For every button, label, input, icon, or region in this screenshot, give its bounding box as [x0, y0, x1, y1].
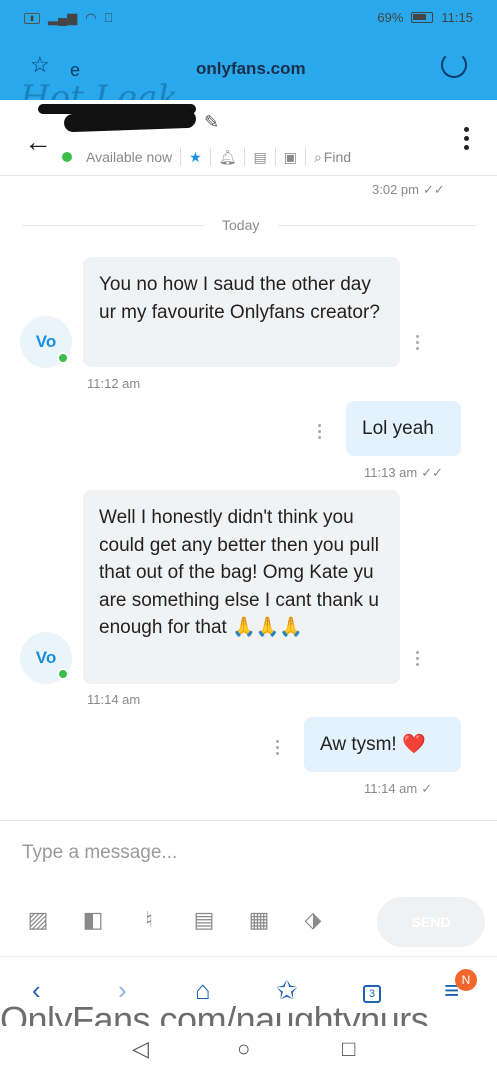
edge-icon: e — [70, 60, 81, 80]
find-label[interactable]: Find — [324, 149, 351, 165]
url-text[interactable]: onlyfans.com — [196, 59, 306, 79]
media-icon[interactable]: ▣ — [284, 149, 297, 166]
avatar-online-dot — [57, 668, 69, 680]
microphone-icon[interactable]: ♮ — [135, 907, 163, 935]
double-check-icon: ✓✓ — [422, 182, 445, 197]
avatar-online-dot — [57, 352, 69, 364]
clock: 11:15 — [441, 10, 473, 25]
sim-icon: ▮ — [24, 12, 40, 24]
double-check-icon: ✓✓ — [421, 465, 444, 480]
message-options-icon[interactable] — [416, 335, 420, 350]
nav-home-icon[interactable]: ○ — [237, 1036, 250, 1062]
message-time: 11:12 am — [87, 376, 141, 391]
wifi-icon: ◠ — [85, 10, 97, 25]
divider-right — [278, 225, 476, 226]
browser-top-bar: ▮ ▂▄▆ ◠ ⎕ 69% 11:15 Hot Leak onlyfans.co… — [0, 0, 497, 118]
find-search-icon[interactable]: ⌕ — [314, 149, 322, 166]
schedule-calendar-icon[interactable]: ▦ — [245, 907, 273, 935]
notification-bell-icon[interactable]: 🔔︎ — [219, 149, 237, 166]
bookmark-star-icon[interactable]: ☆ — [30, 52, 50, 78]
message-input[interactable] — [22, 839, 462, 867]
video-icon[interactable]: ◧ — [79, 907, 107, 935]
prev-message-time: 3:02 pm ✓✓ — [372, 182, 445, 197]
notification-badge: N — [455, 969, 477, 991]
availability-text: Available now — [86, 149, 173, 165]
message-time: 11:14 am — [87, 692, 141, 707]
signal-icon: ▂▄▆ — [48, 10, 78, 25]
incoming-message-bubble: You no how I saud the other day ur my fa… — [83, 257, 400, 367]
outgoing-message-bubble: Lol yeah — [346, 401, 461, 456]
battery-icon — [411, 12, 434, 23]
incoming-message-bubble: Well I honestly didn't think you could g… — [83, 490, 400, 684]
favorite-star-icon[interactable]: ★ — [189, 149, 202, 166]
message-time: 11:13 am ✓✓ — [364, 465, 444, 480]
vault-media-icon[interactable]: ▤ — [190, 907, 218, 935]
price-tag-icon[interactable]: ⬗ — [299, 907, 327, 935]
image-upload-icon[interactable]: ▨ — [24, 907, 52, 935]
reload-icon[interactable] — [441, 52, 467, 78]
nav-recents-icon[interactable]: □ — [342, 1036, 355, 1062]
message-time: 11:14 am ✓ — [364, 781, 433, 796]
nav-back-icon[interactable]: ◁ — [132, 1036, 149, 1062]
message-options-icon[interactable] — [318, 424, 322, 439]
divider-left — [22, 225, 204, 226]
android-nav-bar: ◁ ○ □ — [0, 1026, 497, 1079]
more-options-icon[interactable] — [464, 127, 469, 150]
message-options-icon[interactable] — [276, 740, 280, 755]
message-composer: ▨ ◧ ♮ ▤ ▦ ⬗ SEND — [0, 820, 497, 956]
edit-pencil-icon[interactable]: ✎ — [204, 112, 219, 133]
status-bar: ▮ ▂▄▆ ◠ ⎕ 69% 11:15 — [0, 0, 497, 36]
outgoing-message-bubble: Aw tysm! ❤️ — [304, 717, 461, 772]
notes-icon[interactable]: ▤ — [253, 149, 266, 166]
send-button[interactable]: SEND — [377, 897, 485, 947]
back-arrow-icon[interactable]: ← — [24, 126, 52, 158]
date-divider-label: Today — [222, 217, 260, 233]
nfc-icon: ⎕ — [104, 10, 113, 25]
message-options-icon[interactable] — [416, 651, 420, 666]
chat-status-row: Available now ★ 🔔︎ ▤ ▣ ⌕ Find — [62, 148, 351, 166]
battery-percent: 69% — [377, 10, 404, 25]
online-dot — [62, 152, 72, 162]
single-check-icon: ✓ — [421, 781, 433, 796]
